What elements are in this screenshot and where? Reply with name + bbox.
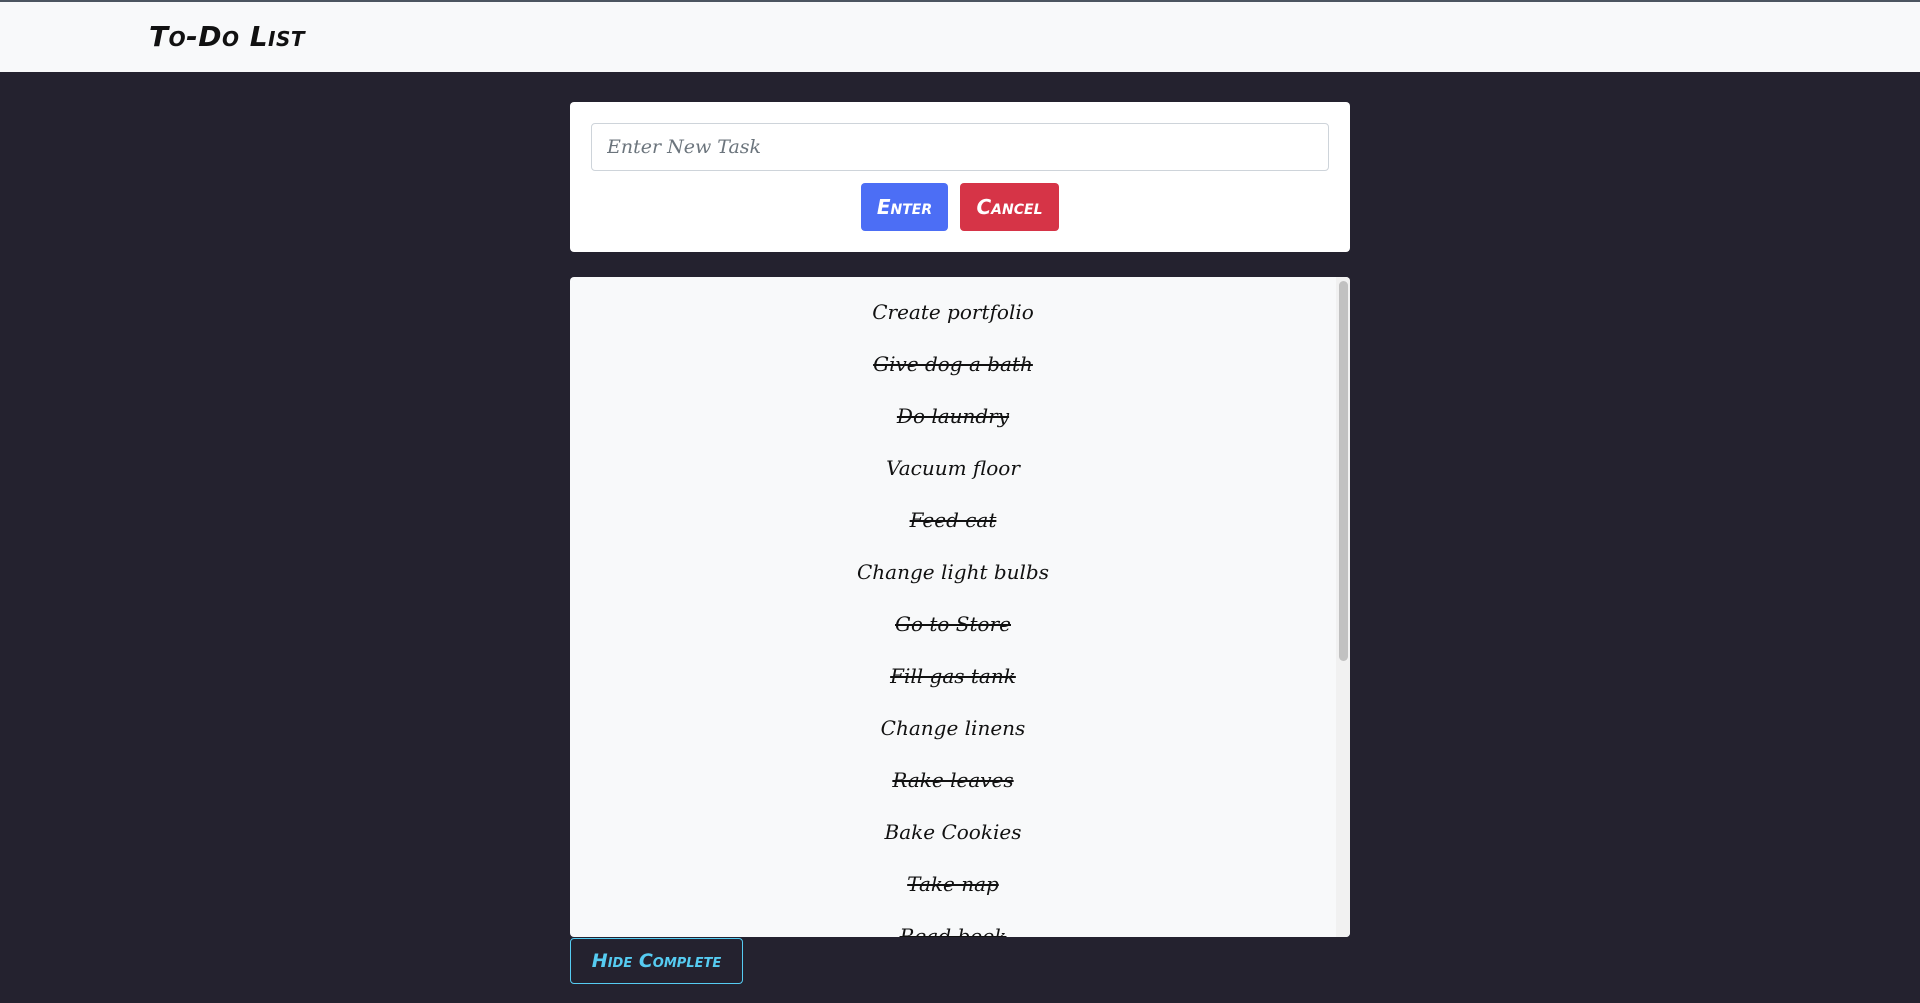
task-item[interactable]: Rake leaves: [570, 765, 1336, 795]
task-item[interactable]: Feed cat: [570, 505, 1336, 535]
brand-title[interactable]: To-Do List: [149, 20, 305, 53]
task-item[interactable]: Take nap: [570, 869, 1336, 899]
task-item[interactable]: Bake Cookies: [570, 817, 1336, 847]
task-item[interactable]: Fill gas tank: [570, 661, 1336, 691]
task-item[interactable]: Go to Store: [570, 609, 1336, 639]
enter-button[interactable]: Enter: [861, 183, 948, 231]
task-item[interactable]: Vacuum floor: [570, 453, 1336, 483]
task-item[interactable]: Change light bulbs: [570, 557, 1336, 587]
task-item[interactable]: Create portfolio: [570, 297, 1336, 327]
new-task-input[interactable]: [591, 123, 1329, 171]
scrollbar-thumb[interactable]: [1339, 281, 1348, 661]
cancel-button[interactable]: Cancel: [960, 183, 1059, 231]
task-item[interactable]: Give dog a bath: [570, 349, 1336, 379]
task-item[interactable]: Read book: [570, 921, 1336, 937]
task-item[interactable]: Do laundry: [570, 401, 1336, 431]
scrollbar-track[interactable]: [1336, 277, 1350, 937]
new-task-card: Enter Cancel: [570, 102, 1350, 252]
task-item[interactable]: Change linens: [570, 713, 1336, 743]
navbar: To-Do List: [0, 0, 1920, 72]
hide-complete-button[interactable]: Hide Complete: [570, 938, 743, 984]
task-list-card: Create portfolio Give dog a bath Do laundr…: [570, 277, 1350, 937]
